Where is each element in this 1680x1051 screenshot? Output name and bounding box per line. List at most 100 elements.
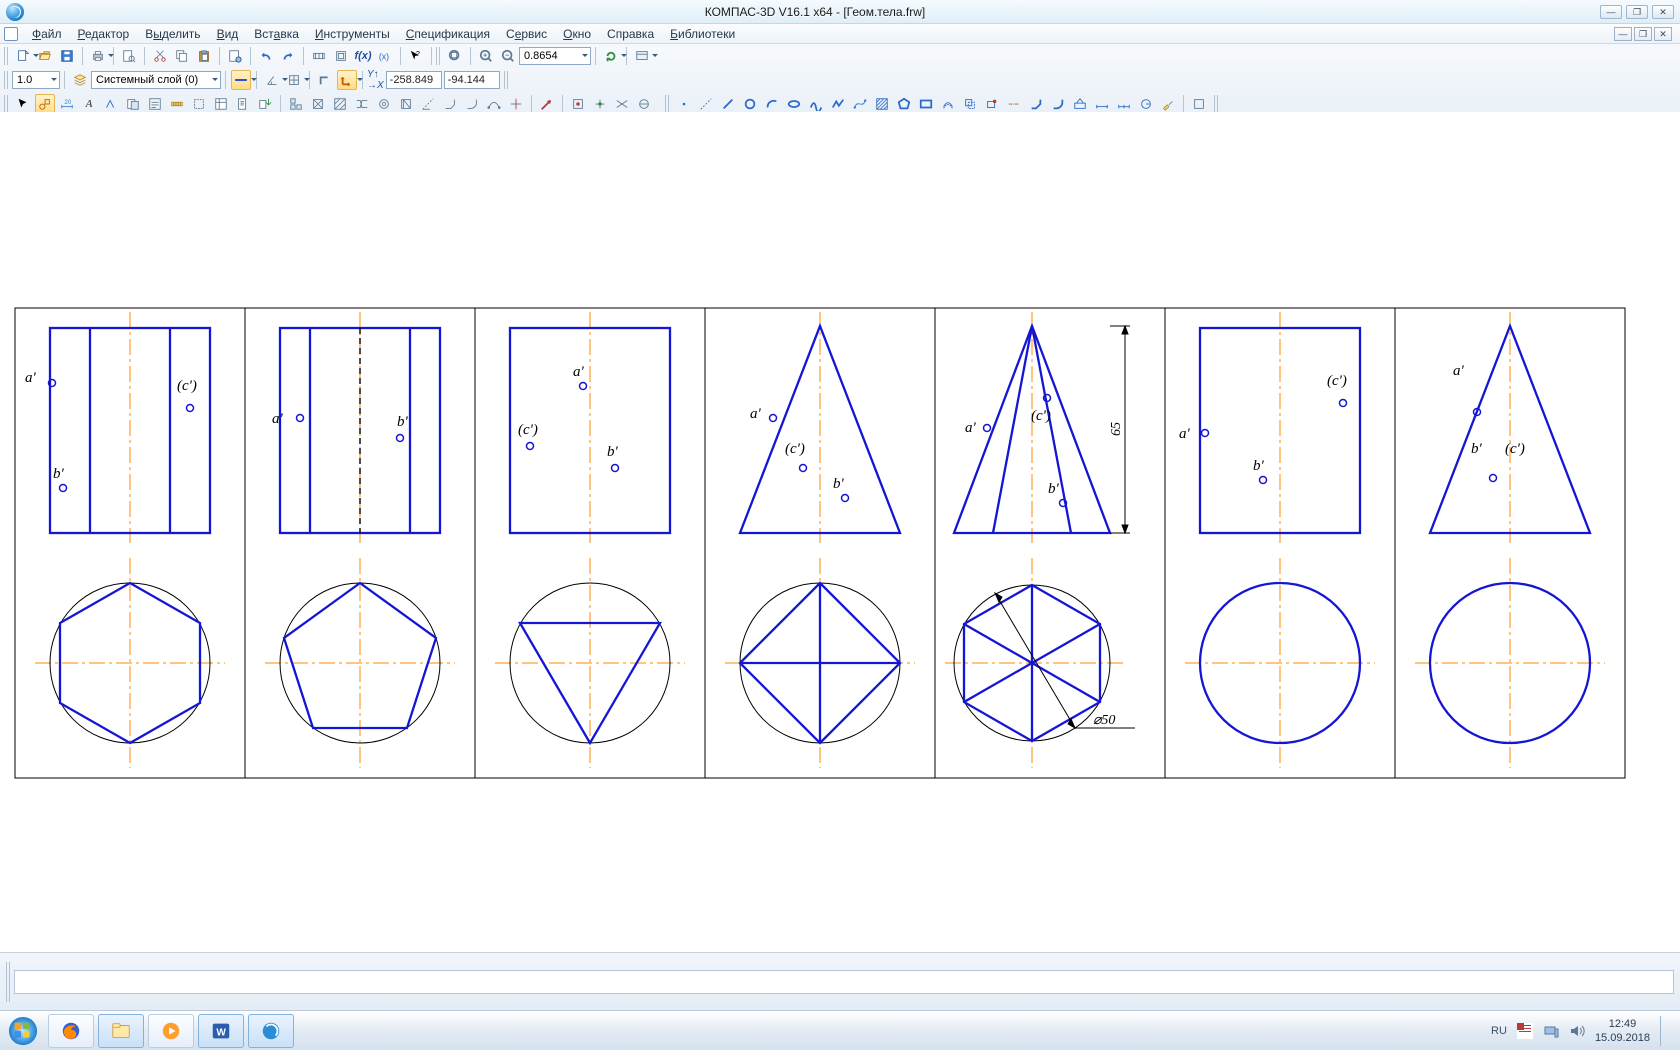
undo-button[interactable] <box>256 46 276 66</box>
section-button[interactable] <box>396 94 416 114</box>
toolbar-grip[interactable] <box>4 71 10 89</box>
menu-spec[interactable]: Спецификация <box>398 27 498 41</box>
properties-button[interactable] <box>225 46 245 66</box>
insert-block-button[interactable] <box>255 94 275 114</box>
arc-button[interactable] <box>762 94 782 114</box>
coord-x-input[interactable] <box>386 71 442 89</box>
new-file-button[interactable] <box>13 46 33 66</box>
menu-file[interactable]: Файл <box>24 27 70 41</box>
offset-button[interactable] <box>938 94 958 114</box>
fillet2-button[interactable] <box>1048 94 1068 114</box>
dimensions-panel-button[interactable]: 20 <box>57 94 77 114</box>
roughness-button[interactable] <box>101 94 121 114</box>
zoom-in-button[interactable] <box>476 46 496 66</box>
coord-y-input[interactable] <box>444 71 500 89</box>
constraint2-button[interactable] <box>590 94 610 114</box>
dim-rad-button[interactable] <box>1136 94 1156 114</box>
menu-select[interactable]: Выделить <box>137 27 208 41</box>
open-file-button[interactable] <box>35 46 55 66</box>
print-button[interactable] <box>88 46 108 66</box>
menu-libs[interactable]: Библиотеки <box>662 27 743 41</box>
extra-button[interactable] <box>1189 94 1209 114</box>
chamfer-button[interactable] <box>440 94 460 114</box>
layers-button[interactable] <box>70 70 90 90</box>
toolbar-grip[interactable] <box>1214 95 1220 113</box>
taskbar-explorer[interactable] <box>98 1014 144 1048</box>
zoom-fit-button[interactable] <box>445 46 465 66</box>
macro2-button[interactable] <box>331 46 351 66</box>
spec-panel-button[interactable] <box>211 94 231 114</box>
sel-panel-button[interactable] <box>189 94 209 114</box>
aux-lines-button[interactable] <box>418 94 438 114</box>
arrow-button[interactable] <box>537 94 557 114</box>
toolbar-grip[interactable] <box>436 47 442 65</box>
local-cs-button[interactable] <box>337 70 357 90</box>
refresh-button[interactable] <box>601 46 621 66</box>
point-button[interactable] <box>674 94 694 114</box>
menu-help[interactable]: Справка <box>599 27 662 41</box>
cut-button[interactable] <box>150 46 170 66</box>
views-button[interactable] <box>286 94 306 114</box>
contour-button[interactable] <box>982 94 1002 114</box>
menu-window[interactable]: Окно <box>555 27 599 41</box>
doc-restore[interactable]: ❐ <box>1634 27 1652 41</box>
segment-button[interactable] <box>718 94 738 114</box>
toolbar-grip[interactable] <box>665 95 671 113</box>
spline-button[interactable] <box>806 94 826 114</box>
cursor-button[interactable] <box>13 94 33 114</box>
taskbar-word[interactable]: W <box>198 1014 244 1048</box>
doc-minimize[interactable]: — <box>1614 27 1632 41</box>
taskbar-media-player[interactable] <box>148 1014 194 1048</box>
drawing-workspace[interactable]: .thin{stroke:#000;stroke-width:1;fill:no… <box>0 112 1680 950</box>
bezier-button[interactable] <box>850 94 870 114</box>
reports-button[interactable] <box>233 94 253 114</box>
project-button[interactable] <box>1070 94 1090 114</box>
snap-angle-button[interactable] <box>262 70 282 90</box>
tray-volume-icon[interactable] <box>1569 1023 1585 1039</box>
help-cursor-button[interactable]: ? <box>406 46 426 66</box>
dim-chain-button[interactable] <box>1114 94 1134 114</box>
fx-button[interactable]: f(x) <box>353 46 373 66</box>
toolbar-grip[interactable] <box>6 962 12 1002</box>
doc-close[interactable]: ✕ <box>1654 27 1672 41</box>
text-panel-button[interactable]: А <box>79 94 99 114</box>
constraint4-button[interactable] <box>634 94 654 114</box>
show-desktop-button[interactable] <box>1660 1016 1670 1046</box>
hatch-button[interactable] <box>872 94 892 114</box>
polyline-button[interactable] <box>828 94 848 114</box>
aux-line-button[interactable] <box>696 94 716 114</box>
circle-button[interactable] <box>740 94 760 114</box>
redo-button[interactable] <box>278 46 298 66</box>
maximize-button[interactable]: ❐ <box>1626 5 1648 19</box>
variables-button[interactable]: (x) <box>375 46 395 66</box>
save-button[interactable] <box>57 46 77 66</box>
polygon-button[interactable] <box>894 94 914 114</box>
toolbar-grip[interactable] <box>4 95 10 113</box>
associative-views-button[interactable] <box>308 94 328 114</box>
constraint3-button[interactable] <box>612 94 632 114</box>
zoom-combo[interactable]: 0.8654 <box>519 47 591 65</box>
view-mode-button[interactable] <box>632 46 652 66</box>
chamfer2-button[interactable] <box>1026 94 1046 114</box>
language-indicator[interactable]: RU <box>1491 1025 1507 1037</box>
start-button[interactable] <box>0 1011 46 1051</box>
hatching-button[interactable] <box>330 94 350 114</box>
axes-button[interactable] <box>1004 94 1024 114</box>
brush-button[interactable] <box>1158 94 1178 114</box>
command-input[interactable] <box>14 970 1674 994</box>
dim-lin-button[interactable] <box>1092 94 1112 114</box>
constraint1-button[interactable] <box>568 94 588 114</box>
menu-editor[interactable]: Редактор <box>70 27 138 41</box>
line-scale-combo[interactable]: 1.0 <box>12 71 60 89</box>
grid-button[interactable] <box>284 70 304 90</box>
fillet-button[interactable] <box>462 94 482 114</box>
copy-button[interactable] <box>172 46 192 66</box>
toolbar-grip[interactable] <box>4 47 10 65</box>
close-button[interactable]: ✕ <box>1652 5 1674 19</box>
geometry-panel-button[interactable] <box>35 94 55 114</box>
menu-insert[interactable]: Вставка <box>246 27 307 41</box>
edit-panel-button[interactable] <box>123 94 143 114</box>
taskbar-kompas[interactable] <box>248 1014 294 1048</box>
toolbar-grip[interactable] <box>504 71 510 89</box>
ellipse-button[interactable] <box>784 94 804 114</box>
